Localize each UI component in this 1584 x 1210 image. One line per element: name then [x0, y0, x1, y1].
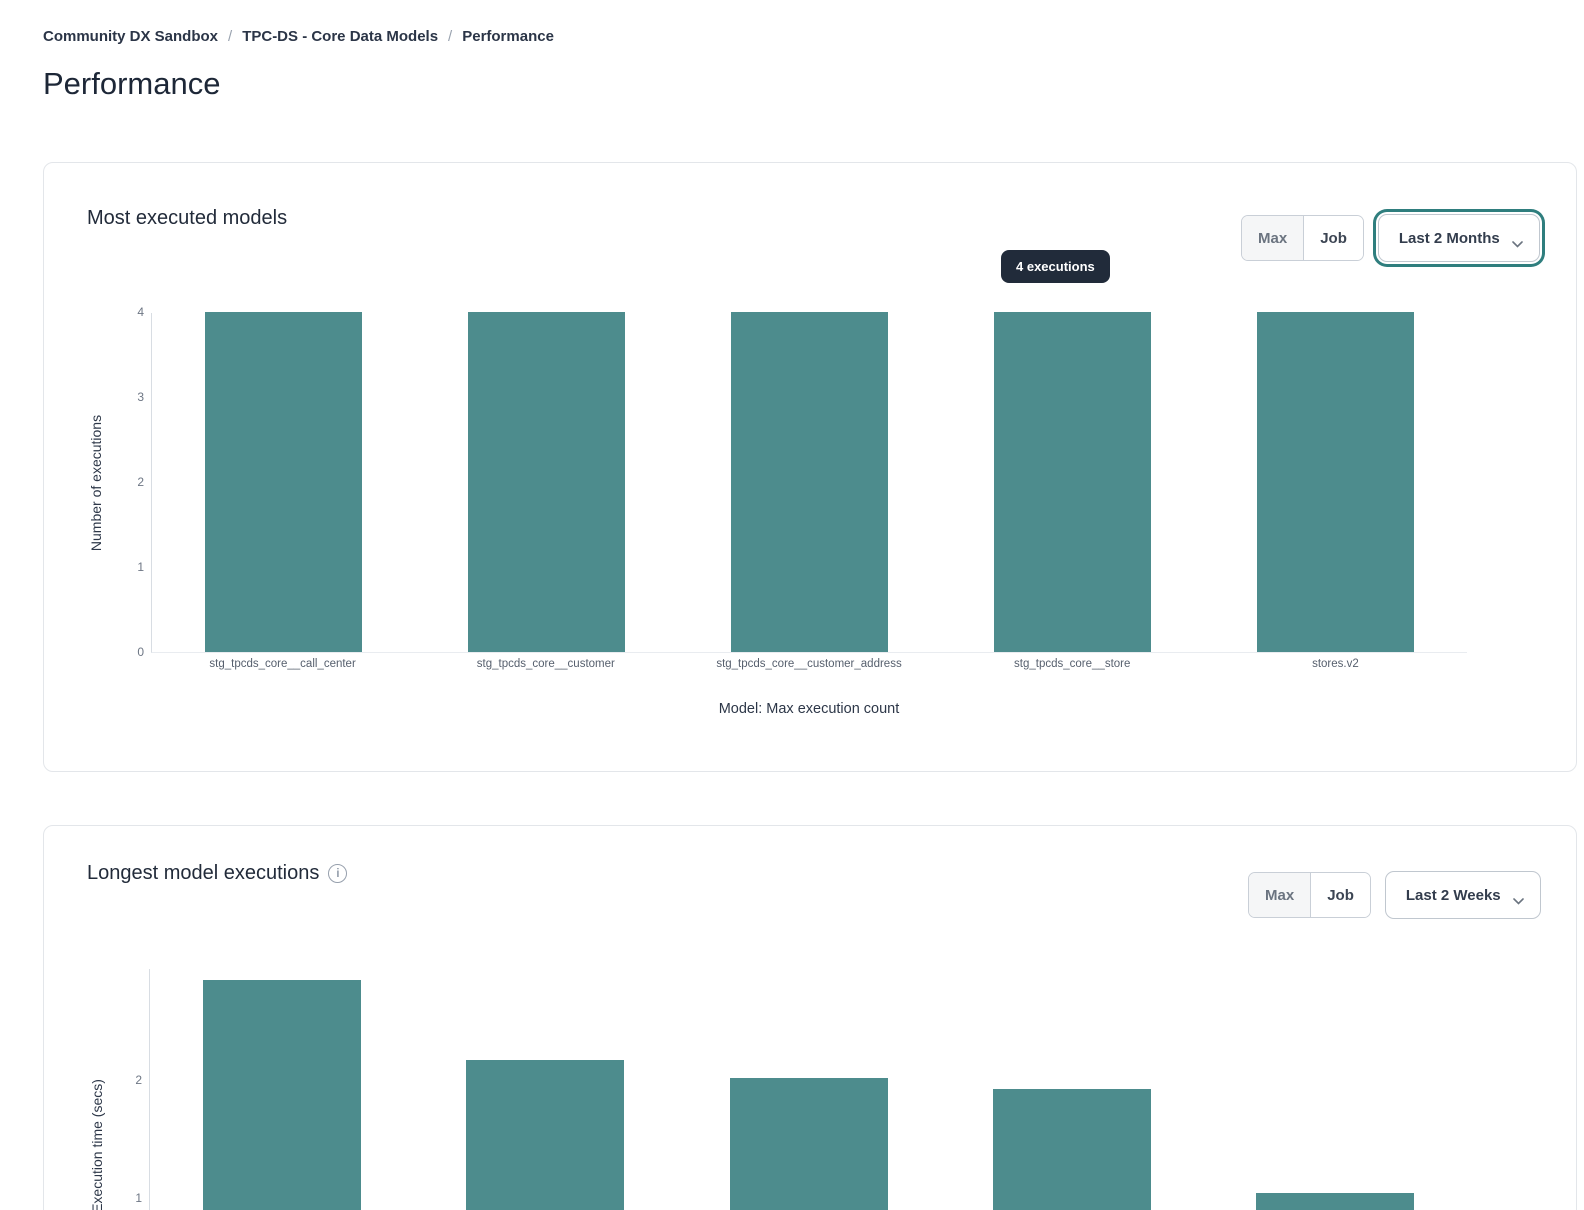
bar[interactable]	[468, 312, 626, 652]
breadcrumb-item-environment[interactable]: TPC-DS - Core Data Models	[242, 28, 438, 45]
x-tick-label: stores.v2	[1204, 658, 1467, 670]
time-range-dropdown[interactable]: Last 2 Months	[1378, 214, 1540, 262]
bar-band	[678, 313, 941, 652]
max-job-toggle: Max Job	[1241, 215, 1364, 261]
breadcrumb-item-project[interactable]: Community DX Sandbox	[43, 28, 218, 45]
bar-tooltip: 4 executions	[1001, 250, 1110, 283]
longest-model-executions-card: Longest model executions i Max Job Last …	[43, 825, 1577, 1210]
toggle-job-button[interactable]: Job	[1310, 873, 1370, 917]
breadcrumb: Community DX Sandbox / TPC-DS - Core Dat…	[43, 28, 554, 45]
chevron-down-icon	[1513, 892, 1524, 899]
y-tick-label: 0	[126, 645, 144, 659]
y-tick-label: 1	[126, 560, 144, 574]
x-tick-label: stg_tpcds_core__store	[941, 658, 1204, 670]
bar-chart-plot: 12	[149, 969, 1467, 1210]
time-range-dropdown[interactable]: Last 2 Weeks	[1385, 871, 1541, 919]
y-tick-label: 4	[126, 305, 144, 319]
chart-title-text: Longest model executions	[87, 862, 319, 885]
bar[interactable]	[730, 1078, 888, 1210]
toggle-job-button[interactable]: Job	[1303, 216, 1363, 260]
performance-page: Community DX Sandbox / TPC-DS - Core Dat…	[0, 0, 1584, 1210]
y-tick-label: 1	[124, 1191, 142, 1205]
x-tick-label: stg_tpcds_core__call_center	[151, 658, 414, 670]
chart-title-text: Most executed models	[87, 207, 287, 230]
chart-title: Longest model executions i	[87, 862, 347, 885]
bar-band	[677, 969, 940, 1210]
bar[interactable]	[203, 980, 361, 1210]
bar-band	[1204, 969, 1467, 1210]
bar[interactable]	[466, 1060, 624, 1210]
info-icon[interactable]: i	[328, 864, 347, 883]
x-axis-title: Model: Max execution count	[151, 701, 1467, 717]
bar[interactable]	[993, 1089, 1151, 1210]
max-job-toggle: Max Job	[1248, 872, 1371, 918]
chevron-down-icon	[1512, 235, 1523, 242]
y-tick-label: 3	[126, 390, 144, 404]
breadcrumb-separator: /	[448, 28, 452, 45]
bar-band	[415, 313, 678, 652]
y-tick-label: 2	[126, 475, 144, 489]
page-title: Performance	[43, 66, 220, 102]
bar-band	[152, 313, 415, 652]
y-axis-label: Execution time (secs)	[89, 1079, 105, 1210]
toggle-max-button[interactable]: Max	[1242, 216, 1303, 260]
x-tick-label: stg_tpcds_core__customer_address	[677, 658, 940, 670]
y-tick-label: 2	[124, 1073, 142, 1087]
bar-band	[413, 969, 676, 1210]
bar[interactable]	[1257, 312, 1415, 652]
breadcrumb-item-current: Performance	[462, 28, 554, 45]
toggle-max-button[interactable]: Max	[1249, 873, 1310, 917]
bar-band	[941, 313, 1204, 652]
time-range-value: Last 2 Months	[1399, 230, 1500, 247]
bar-chart-plot: 01234	[151, 313, 1467, 653]
most-executed-models-card: Most executed models Max Job Last 2 Mont…	[43, 162, 1577, 772]
x-tick-label: stg_tpcds_core__customer	[414, 658, 677, 670]
y-axis-label: Number of executions	[88, 415, 104, 551]
time-range-value: Last 2 Weeks	[1406, 887, 1501, 904]
bar[interactable]	[1256, 1193, 1414, 1210]
bar-band	[150, 969, 413, 1210]
chart-controls: Max Job Last 2 Weeks	[1248, 871, 1541, 919]
chart-title: Most executed models	[87, 207, 287, 230]
bar[interactable]	[205, 312, 363, 652]
x-axis-tick-labels: stg_tpcds_core__call_centerstg_tpcds_cor…	[151, 658, 1467, 670]
bar[interactable]	[994, 312, 1152, 652]
bar-band	[1204, 313, 1467, 652]
bar[interactable]	[731, 312, 889, 652]
chart-controls: Max Job Last 2 Months	[1241, 214, 1540, 262]
bar-band	[940, 969, 1203, 1210]
breadcrumb-separator: /	[228, 28, 232, 45]
